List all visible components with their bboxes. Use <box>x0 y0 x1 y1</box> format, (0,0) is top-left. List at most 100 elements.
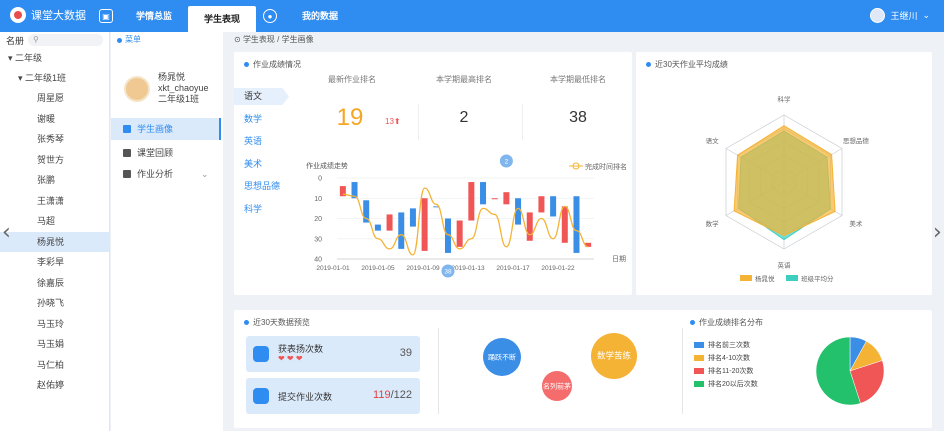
breadcrumb-current: 学生画像 <box>281 35 314 44</box>
y-tick-label: 40 <box>314 257 322 264</box>
x-tick-label: 2019-01-05 <box>361 265 395 272</box>
logo-icon <box>10 7 26 23</box>
legend-swatch <box>740 275 752 281</box>
user-avatar <box>870 8 886 23</box>
rank-pie-chart <box>815 336 885 406</box>
menu-header: 菜单 <box>111 32 223 48</box>
radar-axis-label: 科学 <box>778 95 792 104</box>
menu-homework-analysis[interactable]: 作业分析 ⌄ <box>111 163 221 185</box>
menu-student-portrait[interactable]: 学生画像 <box>111 118 221 140</box>
student-list-item[interactable]: 马仁柏 <box>0 355 109 376</box>
student-list-item[interactable]: 马超 <box>0 211 109 232</box>
candle <box>573 196 580 253</box>
chevron-down-icon: ⌄ <box>201 169 209 179</box>
subject-radar-chart: 思想品德美术英语 数学 语文 科学杨晁悦 班级平均分 <box>706 95 870 284</box>
x-tick-label: 2019-01-17 <box>496 265 530 272</box>
carousel-left-arrow[interactable]: ‹ <box>2 220 11 245</box>
radar-axis-label: 数学 <box>706 219 720 228</box>
x-axis-label: 日期 <box>612 255 626 263</box>
roster-search-input[interactable]: ⚲ <box>28 34 103 46</box>
y-tick-label: 10 <box>314 196 322 203</box>
x-tick-label: 2019-01-13 <box>451 265 485 272</box>
candle <box>561 206 568 243</box>
y-tick-label: 20 <box>314 216 322 223</box>
student-list-item[interactable]: 贺世方 <box>0 150 109 171</box>
legend-swatch <box>786 275 798 281</box>
tree-class[interactable]: ▾ 二年级1班 <box>0 68 109 88</box>
student-list-item[interactable]: 赵佑婷 <box>0 375 109 396</box>
student-list-item[interactable]: 谢暖 <box>0 109 109 130</box>
menu-class-review[interactable]: 课堂回顾 <box>111 142 221 164</box>
student-list-item[interactable]: 周星愿 <box>0 88 109 109</box>
tab-my-data[interactable]: 我的数据 <box>296 0 344 32</box>
student-roster: 名册 ⚲ ▾ 二年级 ▾ 二年级1班 周星愿 谢暖 张秀琴 贺世方 张鹏 王潇潇 马超 杨晁悦… <box>0 32 110 431</box>
carousel-right-arrow[interactable]: › <box>933 220 942 245</box>
menu-item-label: 课堂回顾 <box>137 148 174 158</box>
student-id: xkt_chaoyue <box>158 83 209 93</box>
rank-marker-label: 38 <box>444 269 452 276</box>
search-icon: ⚲ <box>33 35 39 44</box>
student-list-item[interactable]: 马玉娟 <box>0 334 109 355</box>
homework-panel: 作业成绩情况 语文 数学 英语 美术 思想品德 科学 最新作业排名 本学期最高排名 本学期… <box>234 52 632 295</box>
candle <box>409 208 416 227</box>
breadcrumb-root[interactable]: 学生表现 <box>243 35 275 44</box>
dashboard-icon[interactable]: ▣ <box>99 9 113 23</box>
breadcrumb: ⊙ 学生表现 / 学生画像 <box>234 34 314 45</box>
y-tick-label: 0 <box>318 176 322 183</box>
candle <box>398 212 405 249</box>
candle <box>386 214 393 231</box>
breadcrumb-separator: / <box>277 35 280 44</box>
grade-label: 二年级 <box>15 53 43 63</box>
legend-line-icon <box>569 162 583 170</box>
student-list-item[interactable]: 王潇潇 <box>0 191 109 212</box>
rank-marker-label: 2 <box>505 159 509 166</box>
x-tick-label: 2019-01-01 <box>316 265 350 272</box>
user-menu[interactable]: 王继川 ⌄ <box>870 8 930 23</box>
menu-item-label: 作业分析 <box>137 169 174 179</box>
tab-student-performance[interactable]: 学生表现 <box>188 6 257 32</box>
student-list-item[interactable]: 杨晁悦 <box>0 231 109 252</box>
candle <box>550 196 557 217</box>
radar-axis-label: 美术 <box>849 219 863 228</box>
overview-panel: 近30天数据预览 获表扬次数 ❤ ❤ ❤ 39 提交作业次数 119/122 踊… <box>234 310 932 428</box>
student-menu: 菜单 杨晁悦 xkt_chaoyue 二年级1班 学生画像 课堂回顾 作业分析 ⌄ <box>111 32 223 431</box>
student-list-item[interactable]: 张鹏 <box>0 170 109 191</box>
radar-legend-label: 班级平均分 <box>801 274 834 283</box>
student-list-item[interactable]: 张秀琴 <box>0 129 109 150</box>
x-tick-label: 2019-01-22 <box>541 265 575 272</box>
chevron-down-icon: ⌄ <box>922 10 930 20</box>
portrait-icon <box>123 125 131 133</box>
student-list-item[interactable]: 徐嘉辰 <box>0 273 109 294</box>
student-avatar <box>124 76 150 102</box>
tab-learning-overview[interactable]: 学情总监 <box>130 0 178 32</box>
student-list: 周星愿 谢暖 张秀琴 贺世方 张鹏 王潇潇 马超 杨晁悦 李彩旱 徐嘉辰 孙晓飞 马玉玲 马玉娟 马仁柏赵… <box>0 88 109 396</box>
legend-label: 完成时间排名 <box>585 162 627 171</box>
tree-grade[interactable]: ▾ 二年级 <box>0 48 109 68</box>
class-label: 二年级1班 <box>25 73 67 83</box>
y-tick-label: 30 <box>314 236 322 243</box>
menu-label: 菜单 <box>125 35 141 44</box>
top-navigation-bar: 课堂大数据 ▣ 学情总监 学生表现 ● 我的数据 王继川 ⌄ <box>0 0 944 32</box>
review-icon <box>123 149 131 157</box>
x-tick-label: 2019-01-09 <box>406 265 440 272</box>
average-score-panel: 近30天作业平均成绩 思想品德 美术 英语 数学 语文 科学 杨晁悦 班级平均分 <box>636 52 932 295</box>
student-name: 杨晁悦 <box>158 72 186 82</box>
roster-label: 名册 <box>6 35 25 46</box>
candle <box>503 192 510 205</box>
candle <box>468 182 475 221</box>
student-class: 二年级1班 <box>158 94 200 104</box>
menu-item-label: 学生画像 <box>137 124 174 134</box>
homework-trend-chart: 作业成绩走势 完成时间排名 0 10 20 30 402019-01-01 2019-01-0… <box>306 154 627 278</box>
person-icon[interactable]: ● <box>263 9 277 23</box>
candle <box>456 220 463 247</box>
analysis-icon <box>123 170 131 178</box>
student-list-item[interactable]: 李彩旱 <box>0 252 109 273</box>
radar-series <box>733 125 836 237</box>
radar-axis-label: 英语 <box>778 261 792 270</box>
radar-legend-label: 杨晁悦 <box>755 274 775 283</box>
candle <box>538 196 545 213</box>
app-logo[interactable]: 课堂大数据 <box>10 7 86 23</box>
candle <box>491 198 498 200</box>
student-list-item[interactable]: 孙晓飞 <box>0 293 109 314</box>
student-list-item[interactable]: 马玉玲 <box>0 314 109 335</box>
